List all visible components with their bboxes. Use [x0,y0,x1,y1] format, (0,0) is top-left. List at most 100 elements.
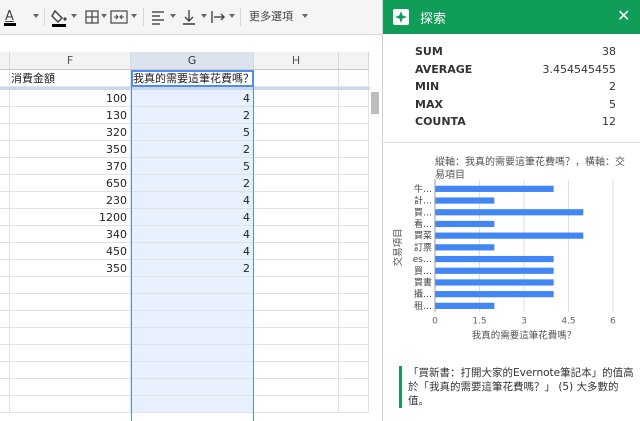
cell-g[interactable]: 5 [131,158,254,175]
cell-e[interactable] [0,243,10,260]
cell-f[interactable]: 370 [10,158,131,175]
cell-g[interactable]: 2 [131,260,254,277]
cell-e[interactable] [0,345,10,362]
cell-i[interactable] [339,260,369,277]
cell-h[interactable] [254,260,339,277]
cell-i[interactable] [339,124,369,141]
cell-f[interactable] [10,345,131,362]
explore-chart-card[interactable]: 縱軸：我真的需要這筆花費嗎？，橫軸：交易項目 0 1.5 3 4.5 6 牛… 計… 買… 看…… [387,148,635,346]
cell-e[interactable] [0,379,10,396]
cell-h[interactable] [254,362,339,379]
cell-e[interactable] [0,107,10,124]
chevron-down-icon[interactable] [229,14,235,18]
cell-e[interactable] [0,294,10,311]
cell-h[interactable] [254,396,339,413]
column-header-e[interactable] [0,52,10,70]
close-icon[interactable]: ✕ [617,6,630,25]
cell-g[interactable] [131,311,254,328]
cell-i[interactable] [339,396,369,413]
cell-g[interactable] [131,345,254,362]
header-cell-amount[interactable]: 消費金額 [10,70,131,87]
cell-f[interactable] [10,362,131,379]
cell-f[interactable]: 130 [10,107,131,124]
cell-f[interactable]: 350 [10,260,131,277]
cell-h[interactable] [254,209,339,226]
cell-g[interactable] [131,294,254,311]
cell-h[interactable] [254,141,339,158]
cell-g[interactable]: 4 [131,90,254,107]
cell-e[interactable] [0,260,10,277]
cell-e[interactable] [0,362,10,379]
cell-h[interactable] [254,175,339,192]
cell-i[interactable] [339,107,369,124]
cell-e[interactable] [0,328,10,345]
chevron-down-icon[interactable] [201,14,207,18]
chevron-down-icon[interactable] [131,14,137,18]
cell-f[interactable] [10,277,131,294]
cell-e[interactable] [0,70,10,87]
cell-h[interactable] [254,294,339,311]
cell-f[interactable] [10,379,131,396]
column-header-i[interactable] [339,52,369,70]
cell-g[interactable]: 2 [131,175,254,192]
cell-f[interactable]: 320 [10,124,131,141]
vertical-scrollbar[interactable] [371,92,379,114]
cell-i[interactable] [339,328,369,345]
cell-h[interactable] [254,243,339,260]
cell-h[interactable] [254,70,339,87]
cell-e[interactable] [0,311,10,328]
cell-f[interactable]: 350 [10,141,131,158]
cell-g[interactable]: 4 [131,226,254,243]
cell-g[interactable] [131,277,254,294]
cell-h[interactable] [254,90,339,107]
cell-i[interactable] [339,141,369,158]
cell-e[interactable] [0,175,10,192]
cell-e[interactable] [0,90,10,107]
cell-i[interactable] [339,90,369,107]
merge-cells-button[interactable] [110,7,128,27]
column-header-f[interactable]: F [10,52,131,70]
cell-f[interactable]: 1200 [10,209,131,226]
cell-h[interactable] [254,226,339,243]
cell-i[interactable] [339,379,369,396]
cell-g[interactable] [131,396,254,413]
align-button[interactable] [151,7,165,27]
column-header-h[interactable]: H [254,52,339,70]
chevron-down-icon[interactable] [71,14,77,18]
chevron-down-icon[interactable] [33,14,39,18]
cell-f[interactable] [10,294,131,311]
cell-f[interactable] [10,311,131,328]
cell-h[interactable] [254,328,339,345]
cell-i[interactable] [339,209,369,226]
cell-e[interactable] [0,124,10,141]
cell-i[interactable] [339,158,369,175]
cell-e[interactable] [0,277,10,294]
column-header-g[interactable]: G [131,52,254,70]
cell-g[interactable] [131,379,254,396]
fill-color-button[interactable] [51,7,69,27]
cell-e[interactable] [0,209,10,226]
more-options-button[interactable]: 更多選項 [249,7,293,27]
cell-h[interactable] [254,158,339,175]
cell-i[interactable] [339,192,369,209]
cell-g[interactable]: 4 [131,243,254,260]
cell-h[interactable] [254,192,339,209]
cell-g[interactable]: 2 [131,107,254,124]
cell-i[interactable] [339,277,369,294]
cell-h[interactable] [254,107,339,124]
cell-i[interactable] [339,175,369,192]
cell-f[interactable]: 230 [10,192,131,209]
cell-g[interactable]: 2 [131,141,254,158]
cell-f[interactable]: 450 [10,243,131,260]
cell-g[interactable] [131,328,254,345]
cell-e[interactable] [0,396,10,413]
cell-i[interactable] [339,294,369,311]
cell-f[interactable] [10,328,131,345]
text-color-button[interactable]: A [3,7,17,27]
chevron-down-icon[interactable] [170,14,176,18]
cell-h[interactable] [254,311,339,328]
cell-i[interactable] [339,70,369,87]
cell-e[interactable] [0,158,10,175]
cell-i[interactable] [339,362,369,379]
cell-g[interactable] [131,362,254,379]
